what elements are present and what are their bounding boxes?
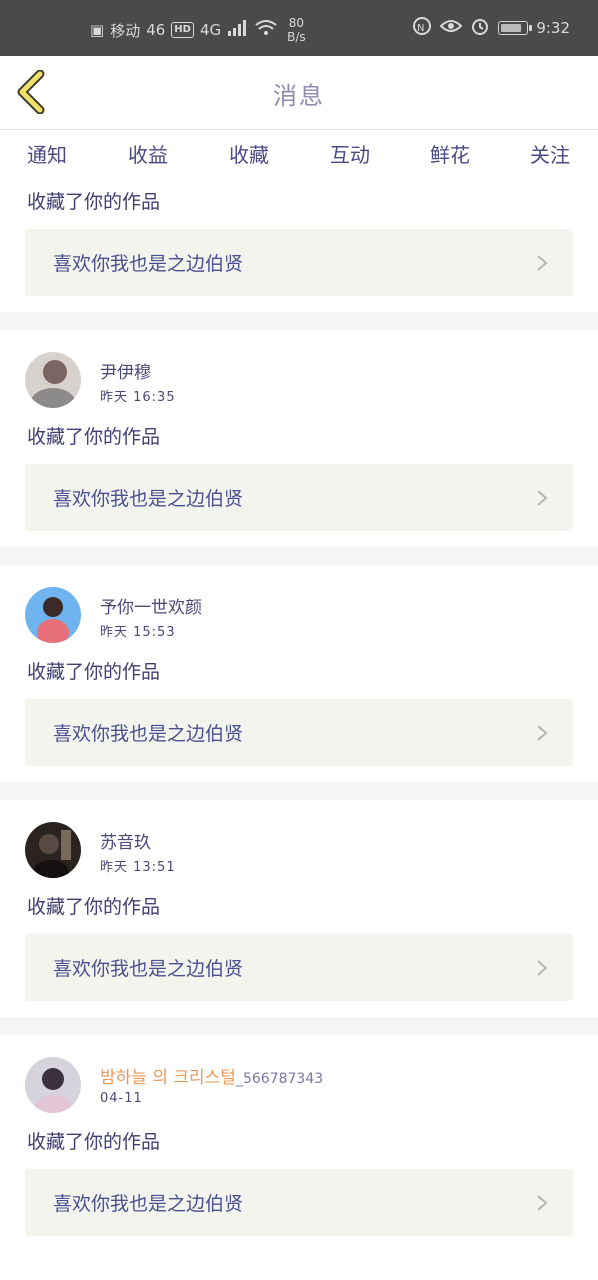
feed-item: 尹伊穆 昨天 16:35 收藏了你的作品 喜欢你我也是之边伯贤: [0, 330, 598, 547]
user-name-id: _566787343: [235, 1071, 324, 1087]
tab-bar: 通知 收益 收藏 互动 鲜花 关注: [0, 131, 598, 187]
avatar-image: [25, 587, 81, 643]
divider: [0, 312, 598, 330]
wifi-icon: [255, 20, 277, 40]
signal-number: 46: [146, 21, 166, 39]
work-title: 喜欢你我也是之边伯贤: [53, 253, 244, 275]
user-name-text: 밤하늘 의 크리스털: [100, 1068, 236, 1088]
tab-notifications[interactable]: 通知: [12, 139, 82, 168]
favorites-feed: 收藏了你的作品 喜欢你我也是之边伯贤 尹伊穆 昨天 16:35 收藏了你的作品 …: [0, 183, 598, 1252]
tab-label: 互动: [330, 143, 370, 167]
carrier-label: 移动: [110, 21, 141, 40]
tab-interactions[interactable]: 互动: [315, 139, 385, 168]
divider: [0, 782, 598, 800]
chevron-right-icon: [537, 490, 548, 506]
alarm-icon: [470, 16, 490, 40]
work-link[interactable]: 喜欢你我也是之边伯贤: [25, 699, 573, 766]
work-link[interactable]: 喜欢你我也是之边伯贤: [25, 934, 573, 1001]
avatar[interactable]: [25, 352, 81, 408]
tab-label: 收藏: [229, 143, 269, 167]
tab-label: 收益: [128, 143, 168, 167]
chevron-right-icon: [537, 960, 548, 976]
status-left: ▣ 移动 46 HD 4G 80 B/s: [90, 16, 306, 44]
nfc-icon: N: [412, 16, 432, 40]
feed-item: 밤하늘 의 크리스털_566787343 04-11 收藏了你的作品 喜欢你我也…: [0, 1035, 598, 1252]
avatar-image: [25, 1057, 81, 1113]
avatar-image: [25, 822, 81, 878]
timestamp: 昨天 16:35: [100, 390, 176, 405]
action-text: 收藏了你的作品: [27, 661, 161, 683]
avatar[interactable]: [25, 822, 81, 878]
divider: [0, 1017, 598, 1035]
status-right: N 9:32: [412, 16, 570, 40]
tab-earnings[interactable]: 收益: [113, 139, 183, 168]
work-link[interactable]: 喜欢你我也是之边伯贤: [25, 229, 573, 296]
net-speed: 80 B/s: [287, 16, 306, 44]
avatar[interactable]: [25, 587, 81, 643]
divider: [0, 547, 598, 565]
chevron-right-icon: [537, 255, 548, 271]
user-row: 苏音玖 昨天 13:51: [0, 800, 598, 882]
timestamp: 昨天 13:51: [100, 860, 176, 875]
user-row: 尹伊穆 昨天 16:35: [0, 330, 598, 412]
feed-item: 苏音玖 昨天 13:51 收藏了你的作品 喜欢你我也是之边伯贤: [0, 800, 598, 1017]
tab-favorites[interactable]: 收藏: [214, 139, 284, 187]
action-text: 收藏了你的作品: [27, 191, 161, 213]
work-link[interactable]: 喜欢你我也是之边伯贤: [25, 1169, 573, 1236]
user-name[interactable]: 밤하늘 의 크리스털_566787343: [100, 1063, 323, 1088]
tab-flowers[interactable]: 鲜花: [415, 139, 485, 168]
tab-label: 通知: [27, 143, 67, 167]
chevron-right-icon: [537, 1195, 548, 1211]
app-header: 消息: [0, 56, 598, 130]
eye-icon: [439, 18, 463, 38]
avatar-image: [25, 352, 81, 408]
user-row: 予你一世欢颜 昨天 15:53: [0, 565, 598, 647]
user-name[interactable]: 予你一世欢颜: [100, 593, 202, 618]
user-name[interactable]: 尹伊穆: [100, 358, 151, 383]
timestamp: 04-11: [100, 1091, 143, 1106]
sim-icon: ▣: [90, 21, 105, 39]
work-title: 喜欢你我也是之边伯贤: [53, 958, 244, 980]
action-text: 收藏了你的作品: [27, 1131, 161, 1153]
user-row: 밤하늘 의 크리스털_566787343 04-11: [0, 1035, 598, 1117]
tab-label: 关注: [530, 143, 570, 167]
network-label: 4G: [199, 21, 222, 39]
work-title: 喜欢你我也是之边伯贤: [53, 723, 244, 745]
signal-bars-icon: [227, 20, 249, 40]
feed-item: 予你一世欢颜 昨天 15:53 收藏了你的作品 喜欢你我也是之边伯贤: [0, 565, 598, 782]
work-title: 喜欢你我也是之边伯贤: [53, 1193, 244, 1215]
chevron-right-icon: [537, 725, 548, 741]
clock: 9:32: [536, 19, 570, 37]
tab-label: 鲜花: [430, 143, 470, 167]
work-link[interactable]: 喜欢你我也是之边伯贤: [25, 464, 573, 531]
action-text: 收藏了你的作品: [27, 426, 161, 448]
net-speed-value: 80: [288, 16, 305, 30]
timestamp: 昨天 15:53: [100, 625, 176, 640]
tab-follows[interactable]: 关注: [515, 139, 585, 168]
hd-badge: HD: [171, 22, 194, 38]
svg-text:N: N: [417, 23, 424, 34]
work-title: 喜欢你我也是之边伯贤: [53, 488, 244, 510]
feed-item: 收藏了你的作品 喜欢你我也是之边伯贤: [0, 183, 598, 312]
action-text: 收藏了你的作品: [27, 896, 161, 918]
avatar[interactable]: [25, 1057, 81, 1113]
user-name[interactable]: 苏音玖: [100, 828, 151, 853]
net-speed-unit: B/s: [287, 30, 306, 44]
battery-icon: [498, 21, 533, 35]
page-title: 消息: [273, 82, 325, 110]
status-bar: ▣ 移动 46 HD 4G 80 B/s N 9:32: [0, 0, 598, 56]
